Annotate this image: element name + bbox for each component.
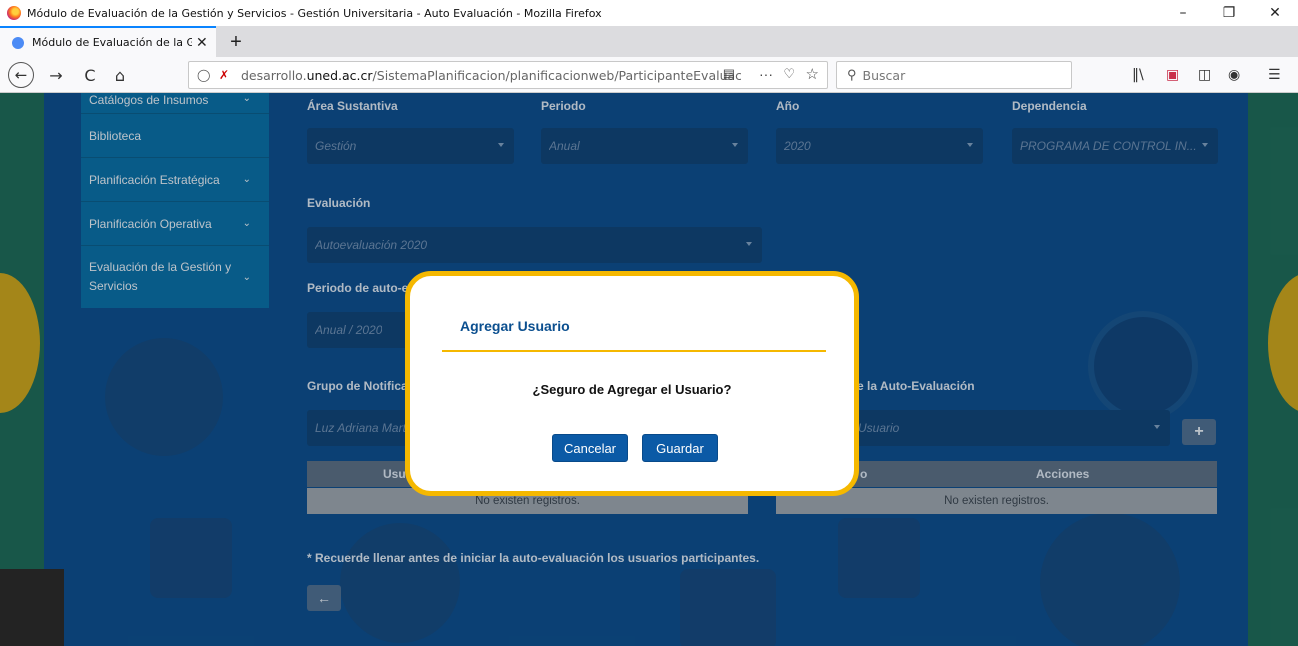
window-controls: – ❐ ✕ [1160, 0, 1298, 26]
forward-button[interactable]: → [44, 63, 68, 87]
window-title: Módulo de Evaluación de la Gestión y Ser… [27, 6, 602, 20]
window-titlebar: Módulo de Evaluación de la Gestión y Ser… [0, 0, 1298, 26]
shield-icon[interactable]: ◯ [197, 68, 213, 82]
browser-tab[interactable]: Módulo de Evaluación de la Ge ✕ [0, 26, 216, 57]
dialog-divider [442, 350, 826, 352]
search-placeholder: Buscar [862, 67, 906, 83]
library-icon[interactable]: ‖\ [1132, 67, 1144, 83]
menu-icon[interactable]: ☰ [1268, 67, 1281, 83]
url-bar[interactable]: ◯ ✗ desarrollo.uned.ac.cr/SistemaPlanifi… [188, 61, 828, 89]
url-text[interactable]: desarrollo.uned.ac.cr/SistemaPlanificaci… [241, 68, 741, 83]
home-button[interactable]: ⌂ [108, 63, 132, 87]
close-window-button[interactable]: ✕ [1252, 0, 1298, 26]
search-icon: ⚲ [847, 67, 857, 82]
pocket-icon[interactable]: ♡ [783, 66, 795, 82]
dialog-title: Agregar Usuario [460, 318, 570, 334]
bookmark-star-icon[interactable]: ☆ [806, 65, 819, 83]
new-tab-button[interactable]: + [222, 28, 250, 56]
globe-icon [12, 36, 24, 49]
back-button[interactable]: ← [8, 62, 34, 88]
reader-view-icon[interactable]: ▤ [723, 66, 735, 82]
cancel-button[interactable]: Cancelar [552, 434, 628, 462]
page-content: Catálogos de Insumos ⌄ Biblioteca Planif… [0, 93, 1298, 646]
search-bar[interactable]: ⚲ Buscar [836, 61, 1072, 89]
tab-label: Módulo de Evaluación de la Ge [32, 36, 192, 49]
navigation-bar: ← → C ⌂ ◯ ✗ desarrollo.uned.ac.cr/Sistem… [0, 57, 1298, 93]
sidebar-toggle-icon[interactable]: ◫ [1198, 67, 1211, 83]
dialog-message: ¿Seguro de Agregar el Usuario? [532, 382, 732, 397]
reload-button[interactable]: C [78, 63, 102, 87]
firefox-logo-icon [7, 6, 21, 20]
close-tab-icon[interactable]: ✕ [196, 34, 208, 51]
restore-button[interactable]: ❐ [1206, 0, 1252, 26]
minimize-button[interactable]: – [1160, 0, 1206, 26]
save-button[interactable]: Guardar [642, 434, 718, 462]
more-actions-icon[interactable]: ··· [759, 66, 773, 82]
pocket-toolbar-icon[interactable]: ▣ [1166, 67, 1179, 83]
tab-bar: Módulo de Evaluación de la Ge ✕ + [0, 26, 1298, 57]
confirm-dialog: Agregar Usuario ¿Seguro de Agregar el Us… [405, 271, 859, 496]
account-icon[interactable]: ◉ [1228, 67, 1240, 83]
insecure-lock-icon[interactable]: ✗ [219, 68, 235, 82]
